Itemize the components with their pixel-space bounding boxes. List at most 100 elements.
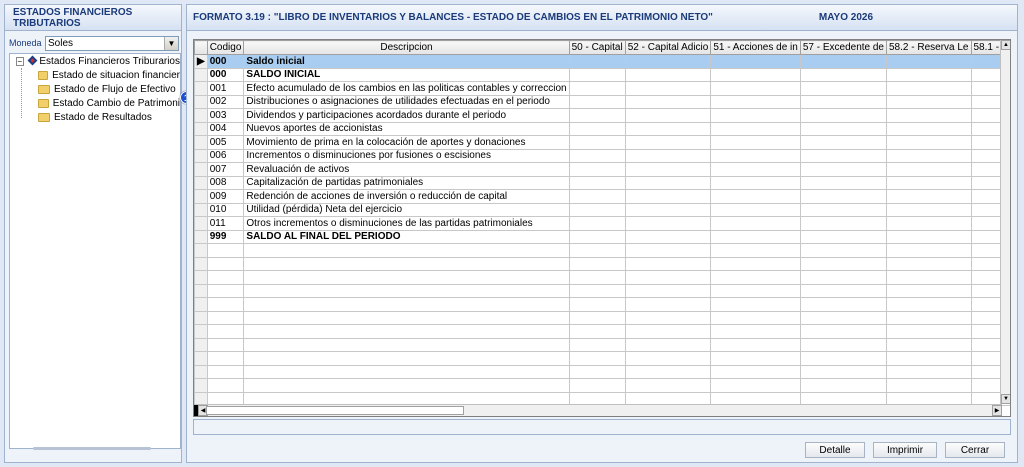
row-description[interactable]: Efecto acumulado de los cambios en las p…: [243, 81, 570, 96]
column-header[interactable]: 50 - Capital: [568, 40, 626, 55]
value-cell[interactable]: [624, 67, 712, 82]
table-row[interactable]: 001 Efecto acumulado de los cambios en la…: [194, 81, 1010, 96]
value-cell[interactable]: [624, 162, 712, 177]
value-cell[interactable]: [710, 148, 801, 163]
row-code[interactable]: 007: [206, 162, 245, 177]
value-cell[interactable]: [886, 121, 972, 136]
row-code[interactable]: 006: [206, 148, 245, 163]
row-description[interactable]: Dividendos y participaciones acordados d…: [243, 108, 570, 123]
row-indicator[interactable]: [194, 108, 208, 123]
value-cell[interactable]: [799, 148, 888, 163]
table-row[interactable]: 002 Distribuciones o asignaciones de util…: [194, 94, 1010, 109]
value-cell[interactable]: [568, 67, 626, 82]
value-cell[interactable]: [568, 121, 626, 136]
moneda-select[interactable]: Soles ▼: [45, 35, 179, 51]
value-cell[interactable]: [886, 148, 972, 163]
table-row[interactable]: 006 Incrementos o disminuciones por fusio…: [194, 148, 1010, 163]
value-cell[interactable]: [799, 202, 888, 217]
table-row[interactable]: ▶ 000 Saldo inicial: [194, 54, 1010, 69]
row-description[interactable]: Distribuciones o asignaciones de utilida…: [243, 94, 570, 109]
value-cell[interactable]: [886, 81, 972, 96]
value-cell[interactable]: [886, 135, 972, 150]
value-cell[interactable]: [710, 189, 801, 204]
value-cell[interactable]: [624, 202, 712, 217]
row-description[interactable]: Utilidad (pérdida) Neta del ejercicio: [243, 202, 570, 217]
value-cell[interactable]: [886, 54, 972, 69]
value-cell[interactable]: [710, 121, 801, 136]
table-row[interactable]: 000 SALDO INICIAL: [194, 67, 1010, 82]
column-header[interactable]: Codigo: [206, 40, 245, 55]
column-header[interactable]: 51 - Acciones de in: [710, 40, 801, 55]
value-cell[interactable]: [799, 229, 888, 244]
value-cell[interactable]: [886, 94, 972, 109]
row-code[interactable]: 008: [206, 175, 245, 190]
value-cell[interactable]: [568, 189, 626, 204]
value-cell[interactable]: [799, 108, 888, 123]
value-cell[interactable]: [799, 81, 888, 96]
row-description[interactable]: Saldo inicial: [243, 54, 570, 69]
tree-item-estado-situacion[interactable]: Estado de situacion financier: [10, 68, 180, 82]
value-cell[interactable]: [710, 162, 801, 177]
value-cell[interactable]: [799, 67, 888, 82]
table-row[interactable]: 003 Dividendos y participaciones acordado…: [194, 108, 1010, 123]
value-cell[interactable]: [710, 216, 801, 231]
row-code[interactable]: 000: [206, 54, 245, 69]
value-cell[interactable]: [624, 135, 712, 150]
value-cell[interactable]: [568, 94, 626, 109]
value-cell[interactable]: [568, 81, 626, 96]
row-code[interactable]: 000: [206, 67, 245, 82]
chevron-down-icon[interactable]: ▼: [164, 36, 178, 50]
value-cell[interactable]: [886, 175, 972, 190]
value-cell[interactable]: [799, 175, 888, 190]
row-indicator[interactable]: [194, 229, 208, 244]
row-description[interactable]: Revaluación de activos: [243, 162, 570, 177]
value-cell[interactable]: [624, 216, 712, 231]
row-indicator[interactable]: [194, 216, 208, 231]
value-cell[interactable]: [886, 189, 972, 204]
value-cell[interactable]: [624, 54, 712, 69]
row-description[interactable]: Capitalización de partidas patrimoniales: [243, 175, 570, 190]
value-cell[interactable]: [710, 54, 801, 69]
value-cell[interactable]: [886, 108, 972, 123]
row-indicator[interactable]: [194, 175, 208, 190]
row-description[interactable]: Nuevos aportes de accionistas: [243, 121, 570, 136]
value-cell[interactable]: [568, 162, 626, 177]
imprimir-button[interactable]: Imprimir: [873, 442, 937, 458]
value-cell[interactable]: [710, 67, 801, 82]
row-code[interactable]: 002: [206, 94, 245, 109]
value-cell[interactable]: [624, 148, 712, 163]
row-indicator[interactable]: [194, 81, 208, 96]
table-row[interactable]: 005 Movimiento de prima en la colocación …: [194, 135, 1010, 150]
value-cell[interactable]: [568, 229, 626, 244]
value-cell[interactable]: [710, 108, 801, 123]
tree-item-flujo-efectivo[interactable]: Estado de Flujo de Efectivo: [10, 82, 180, 96]
value-cell[interactable]: [886, 202, 972, 217]
row-code[interactable]: 999: [206, 229, 245, 244]
value-cell[interactable]: [624, 81, 712, 96]
row-indicator[interactable]: [194, 67, 208, 82]
row-description[interactable]: Redención de acciones de inversión o red…: [243, 189, 570, 204]
tree-horizontal-scrollbar[interactable]: [33, 447, 151, 450]
value-cell[interactable]: [886, 229, 972, 244]
value-cell[interactable]: [886, 162, 972, 177]
value-cell[interactable]: [799, 189, 888, 204]
value-cell[interactable]: [799, 216, 888, 231]
value-cell[interactable]: [624, 121, 712, 136]
value-cell[interactable]: [799, 121, 888, 136]
row-indicator[interactable]: [194, 94, 208, 109]
value-cell[interactable]: [624, 229, 712, 244]
table-row[interactable]: 007 Revaluación de activos: [194, 162, 1010, 177]
column-header[interactable]: 57 - Excedente de: [799, 40, 888, 55]
value-cell[interactable]: [568, 135, 626, 150]
value-cell[interactable]: [624, 189, 712, 204]
detalle-button[interactable]: Detalle: [805, 442, 865, 458]
value-cell[interactable]: [624, 94, 712, 109]
row-code[interactable]: 009: [206, 189, 245, 204]
tree-root-item[interactable]: − Estados Financieros Triburarios: [10, 54, 180, 68]
row-description[interactable]: Otros incrementos o disminuciones de las…: [243, 216, 570, 231]
row-code[interactable]: 005: [206, 135, 245, 150]
row-indicator[interactable]: [194, 121, 208, 136]
grid-horizontal-scrollbar[interactable]: ◀ ▶: [194, 404, 1002, 416]
data-grid[interactable]: Codigo Descripcion 50 - Capital 52 - Cap…: [193, 39, 1011, 417]
row-indicator[interactable]: [194, 162, 208, 177]
